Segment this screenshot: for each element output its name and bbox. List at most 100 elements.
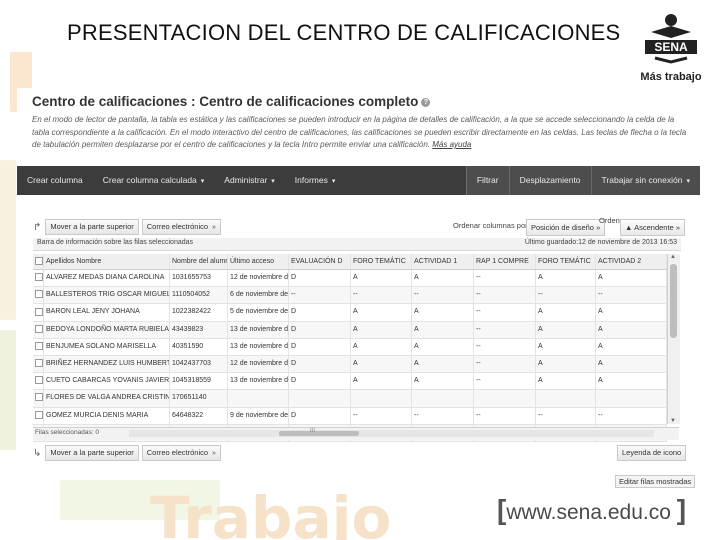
hscroll-thumb[interactable]	[279, 431, 359, 436]
table-cell[interactable]: 170651140	[170, 390, 228, 407]
column-header[interactable]: Nombre del alumno	[170, 254, 228, 269]
table-row[interactable]: GOMEZ MURCIA DENIS MARIA 64648322 9 de nov…	[33, 407, 667, 425]
table-cell[interactable]: BEDOYA LONDOÑO MARTA RUBIELA	[44, 321, 170, 338]
vertical-scrollbar[interactable]: ▲ ▼	[667, 254, 680, 424]
table-cell[interactable]: --	[474, 287, 536, 304]
table-cell[interactable]: A	[536, 270, 596, 287]
table-cell[interactable]: BENJUMEA SOLANO MARISELLA	[44, 338, 170, 355]
table-cell[interactable]: 40351590	[170, 338, 228, 355]
table-cell[interactable]: D	[289, 304, 351, 321]
table-cell[interactable]: 5 de noviembre de 3	[228, 304, 289, 321]
table-cell[interactable]: 13 de noviembre de	[228, 373, 289, 390]
table-cell[interactable]: A	[536, 355, 596, 373]
column-header[interactable]: EVALUACIÓN D	[289, 254, 351, 269]
table-cell[interactable]: D	[289, 338, 351, 355]
table-cell[interactable]: D	[289, 355, 351, 373]
column-header[interactable]: RAP 1 COMPRE	[474, 254, 536, 269]
checkbox-icon[interactable]	[35, 290, 43, 299]
scroll-up-icon[interactable]: ▲	[670, 254, 676, 260]
row-checkbox-cell[interactable]	[33, 390, 44, 407]
checkbox-icon[interactable]	[35, 393, 43, 402]
column-header[interactable]: Apellidos Nombre	[44, 254, 170, 269]
table-cell[interactable]: D	[289, 321, 351, 338]
table-cell[interactable]: ALVAREZ MEDAS DIANA CAROLINA	[44, 270, 170, 287]
table-cell[interactable]: A	[412, 338, 474, 355]
checkbox-icon[interactable]	[35, 376, 43, 385]
table-cell[interactable]: --	[474, 270, 536, 287]
table-cell[interactable]: A	[351, 355, 412, 373]
table-cell[interactable]	[474, 390, 536, 407]
column-header[interactable]: Último acceso	[228, 254, 289, 269]
table-cell[interactable]: 6 de noviembre de 2	[228, 287, 289, 304]
more-help-link[interactable]: Más ayuda	[432, 140, 471, 149]
table-cell[interactable]: A	[412, 304, 474, 321]
scroll-button[interactable]: Desplazamiento	[508, 166, 591, 195]
table-cell[interactable]: A	[536, 338, 596, 355]
row-checkbox-cell[interactable]	[33, 321, 44, 338]
filter-button[interactable]: Filtrar	[465, 166, 509, 195]
table-cell[interactable]	[289, 390, 351, 407]
checkbox-icon[interactable]	[35, 359, 43, 368]
move-to-top-button[interactable]: Mover a la parte superior	[45, 219, 139, 235]
table-cell[interactable]: A	[351, 373, 412, 390]
table-cell[interactable]: 64648322	[170, 407, 228, 424]
table-row[interactable]: BARON LEAL JENY JOHANA 1022382422 5 de nov…	[33, 304, 667, 322]
table-cell[interactable]: --	[474, 338, 536, 355]
table-cell[interactable]: A	[596, 373, 667, 390]
checkbox-icon[interactable]	[35, 273, 43, 282]
row-checkbox-cell[interactable]	[33, 407, 44, 424]
row-checkbox-cell[interactable]	[33, 270, 44, 287]
table-cell[interactable]: A	[412, 321, 474, 338]
column-header[interactable]: ACTIVIDAD 1	[412, 254, 474, 269]
table-cell[interactable]: --	[596, 407, 667, 424]
table-cell[interactable]: A	[351, 270, 412, 287]
table-cell[interactable]: A	[596, 338, 667, 355]
table-row[interactable]: BRIÑEZ HERNANDEZ LUIS HUMBERTO 1042437703…	[33, 355, 667, 374]
column-header[interactable]: FORO TEMÁTIC	[351, 254, 412, 269]
table-cell[interactable]	[228, 390, 289, 407]
table-cell[interactable]: A	[412, 270, 474, 287]
table-cell[interactable]: --	[412, 287, 474, 304]
table-cell[interactable]: --	[351, 287, 412, 304]
table-cell[interactable]: D	[289, 270, 351, 287]
reports-menu[interactable]: Informes ▾	[285, 166, 346, 195]
table-cell[interactable]: 1045318559	[170, 373, 228, 390]
table-cell[interactable]: BRIÑEZ HERNANDEZ LUIS HUMBERTO	[44, 355, 170, 373]
table-cell[interactable]: GOMEZ MURCIA DENIS MARIA	[44, 407, 170, 424]
table-cell[interactable]: 1031655753	[170, 270, 228, 287]
table-cell[interactable]: BALLESTEROS TRIG OSCAR MIGUEL	[44, 287, 170, 304]
checkbox-icon[interactable]	[35, 257, 43, 266]
checkbox-icon[interactable]	[35, 410, 43, 419]
table-cell[interactable]	[351, 390, 412, 407]
manage-menu[interactable]: Administrar ▾	[214, 166, 285, 195]
table-cell[interactable]	[412, 390, 474, 407]
table-cell[interactable]: D	[289, 373, 351, 390]
create-column-button[interactable]: Crear columna	[17, 166, 93, 195]
scroll-down-icon[interactable]: ▼	[670, 418, 676, 424]
table-row[interactable]: CUETO CABARCAS YOVANIS JAVIER 1045318559 1…	[33, 373, 667, 391]
table-cell[interactable]: 13 de noviembre de	[228, 321, 289, 338]
checkbox-icon[interactable]	[35, 324, 43, 333]
table-cell[interactable]: A	[351, 321, 412, 338]
table-cell[interactable]: 12 de noviembre de	[228, 355, 289, 373]
email-button[interactable]: Correo electrónico»	[141, 219, 221, 235]
table-cell[interactable]: --	[474, 355, 536, 373]
scroll-thumb[interactable]	[670, 264, 677, 338]
table-cell[interactable]: A	[536, 304, 596, 321]
table-cell[interactable]: 1110504052	[170, 287, 228, 304]
column-header[interactable]: FORO TEMÁTIC	[536, 254, 596, 269]
row-checkbox-cell[interactable]	[33, 287, 44, 304]
table-cell[interactable]: A	[351, 338, 412, 355]
horizontal-scrollbar[interactable]: III	[129, 428, 654, 437]
table-cell[interactable]: A	[596, 321, 667, 338]
table-row[interactable]: BENJUMEA SOLANO MARISELLA 40351590 13 de n…	[33, 338, 667, 356]
table-cell[interactable]: --	[474, 373, 536, 390]
icon-legend-button[interactable]: Leyenda de icono	[617, 445, 687, 461]
table-cell[interactable]: CUETO CABARCAS YOVANIS JAVIER	[44, 373, 170, 390]
move-to-top-button-bottom[interactable]: Mover a la parte superior	[45, 445, 139, 461]
help-icon[interactable]: ?	[421, 97, 431, 107]
column-header[interactable]: ACTIVIDAD 2	[596, 254, 667, 269]
table-cell[interactable]: A	[596, 270, 667, 287]
table-cell[interactable]: A	[536, 373, 596, 390]
table-cell[interactable]: --	[474, 304, 536, 321]
